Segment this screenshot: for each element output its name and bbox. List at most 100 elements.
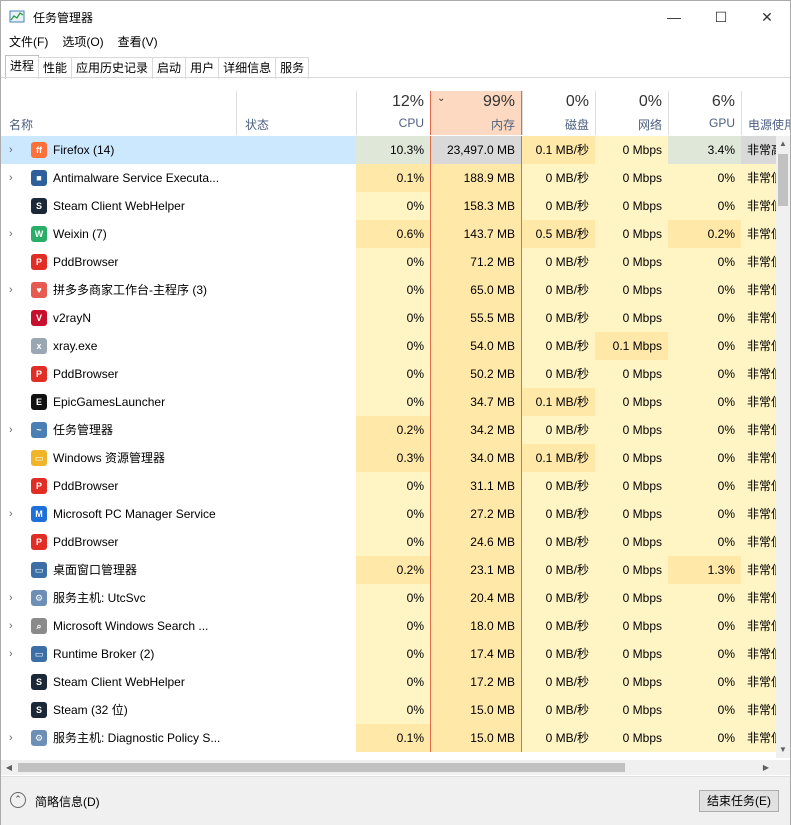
expand-chevron-icon[interactable]: › [9, 416, 13, 444]
process-name-cell[interactable]: P PddBrowser [1, 248, 356, 276]
process-name-cell[interactable]: › W Weixin (7) [1, 220, 356, 248]
collapse-icon[interactable]: ⌃ [10, 792, 26, 808]
scroll-left-arrow-icon[interactable]: ◀ [1, 760, 17, 775]
tab-performance[interactable]: 性能 [38, 57, 73, 79]
scroll-down-arrow-icon[interactable]: ▼ [776, 742, 790, 758]
process-name-cell[interactable]: › ▭ Runtime Broker (2) [1, 640, 356, 668]
header-status[interactable]: 状态 [236, 91, 356, 135]
expand-chevron-icon[interactable]: › [9, 136, 13, 164]
process-row[interactable]: › ▭ Runtime Broker (2) 0% 17.4 MB 0 MB/秒 0 Mbp… [1, 640, 776, 668]
process-row[interactable]: › W Weixin (7) 0.6% 143.7 MB 0.5 MB/秒 0 Mbps 0.… [1, 220, 776, 248]
header-memory[interactable]: ⌄ 99% 内存 [430, 91, 522, 135]
vertical-scrollbar[interactable]: ▲ ▼ [776, 136, 790, 758]
close-button[interactable]: ✕ [744, 1, 790, 33]
process-name-cell[interactable]: ▭ Windows 资源管理器 [1, 444, 356, 472]
process-name-cell[interactable]: ▭ 桌面窗口管理器 [1, 556, 356, 584]
menu-options[interactable]: 选项(O) [54, 32, 109, 52]
process-name-cell[interactable]: E EpicGamesLauncher [1, 388, 356, 416]
expand-chevron-icon[interactable]: › [9, 220, 13, 248]
expand-chevron-icon[interactable]: › [9, 584, 13, 612]
process-row[interactable]: › ~ 任务管理器 0.2%34.2 MB0 MB/秒0 Mbps0%非常低 [1, 416, 776, 444]
process-row[interactable]: E EpicGamesLauncher 0% 34.7 MB 0.1 MB/秒 0 Mbp… [1, 388, 776, 416]
epic-icon: E [31, 394, 47, 410]
process-row[interactable]: PPddBrowser0%71.2 MB0 MB/秒0 Mbps0%非常低 [1, 248, 776, 276]
tab-processes[interactable]: 进程 [5, 55, 40, 79]
expand-chevron-icon[interactable]: › [9, 724, 13, 752]
header-gpu[interactable]: 6% GPU [668, 91, 741, 135]
vertical-scroll-thumb[interactable] [778, 154, 788, 206]
expand-chevron-icon[interactable]: › [9, 612, 13, 640]
memory-cell: 188.9 MB [430, 164, 522, 192]
tab-users[interactable]: 用户 [185, 57, 220, 79]
tab-startup[interactable]: 启动 [152, 57, 187, 79]
process-name-cell[interactable]: S Steam Client WebHelper [1, 192, 356, 220]
network-cell: 0 Mbps [595, 612, 668, 640]
process-name-cell[interactable]: › ⌕ Microsoft Windows Search ... [1, 612, 356, 640]
process-row[interactable]: › ff Firefox (14) 10.3% 23,497.0 MB 0.1 MB/秒 0… [1, 136, 776, 164]
tab-app-history[interactable]: 应用历史记录 [71, 57, 154, 79]
expand-chevron-icon[interactable]: › [9, 500, 13, 528]
tab-services[interactable]: 服务 [275, 57, 310, 79]
scroll-right-arrow-icon[interactable]: ▶ [758, 760, 774, 775]
power-usage-cell: 非常低 [741, 192, 776, 220]
process-name-cell[interactable]: › ♥ 拼多多商家工作台-主程序 (3) [1, 276, 356, 304]
task-manager-icon [9, 10, 25, 23]
memory-cell: 15.0 MB [430, 696, 522, 724]
process-name-cell[interactable]: P PddBrowser [1, 360, 356, 388]
header-memory-percent: 99% [482, 93, 515, 110]
cpu-cell: 0% [356, 388, 430, 416]
process-name-cell[interactable]: Vv2rayN [1, 304, 356, 332]
process-name-cell[interactable]: › ⚙ 服务主机: Diagnostic Policy S... [1, 724, 356, 752]
process-row[interactable]: › ⌕ Microsoft Windows Search ... 0% 18.0 MB 0… [1, 612, 776, 640]
process-name-cell[interactable]: x xray.exe [1, 332, 356, 360]
disk-cell: 0 MB/秒 [522, 528, 595, 556]
process-row[interactable]: S Steam Client WebHelper 0% 17.2 MB 0 MB/秒 0 … [1, 668, 776, 696]
process-name: 桌面窗口管理器 [53, 563, 138, 577]
process-row[interactable]: PPddBrowser0%31.1 MB0 MB/秒0 Mbps0%非常低 [1, 472, 776, 500]
expand-chevron-icon[interactable]: › [9, 276, 13, 304]
process-name-cell[interactable]: › ff Firefox (14) [1, 136, 356, 164]
column-header: 名称 状态 12% CPU ⌄ 99% 内存 0% 磁盘 0% 网络 6% GP… [1, 91, 790, 135]
header-network[interactable]: 0% 网络 [595, 91, 668, 135]
process-row[interactable]: xxray.exe0%54.0 MB0 MB/秒0.1 Mbps0%非常低 [1, 332, 776, 360]
process-row[interactable]: ›⚙服务主机: UtcSvc0%20.4 MB0 MB/秒0 Mbps0%非常低 [1, 584, 776, 612]
gpu-cell: 0% [668, 332, 741, 360]
header-disk-label: 磁盘 [564, 118, 589, 132]
process-name-cell[interactable]: S Steam (32 位) [1, 696, 356, 724]
maximize-button[interactable]: ☐ [698, 1, 744, 33]
process-name-cell[interactable]: › ~ 任务管理器 [1, 416, 356, 444]
process-row[interactable]: PPddBrowser0%50.2 MB0 MB/秒0 Mbps0%非常低 [1, 360, 776, 388]
process-name-cell[interactable]: P PddBrowser [1, 472, 356, 500]
process-row[interactable]: › ■ Antimalware Service Executa... 0.1% 188.… [1, 164, 776, 192]
process-name-cell[interactable]: P PddBrowser [1, 528, 356, 556]
process-row[interactable]: › ⚙ 服务主机: Diagnostic Policy S... 0.1% 15.0 M… [1, 724, 776, 752]
process-name-cell[interactable]: › ■ Antimalware Service Executa... [1, 164, 356, 192]
end-task-button[interactable]: 结束任务(E) [699, 790, 779, 812]
expand-chevron-icon[interactable]: › [9, 640, 13, 668]
header-disk[interactable]: 0% 磁盘 [522, 91, 595, 135]
process-name-cell[interactable]: › M Microsoft PC Manager Service [1, 500, 356, 528]
process-row[interactable]: S Steam Client WebHelper 0% 158.3 MB 0 MB/秒 0… [1, 192, 776, 220]
process-row[interactable]: Vv2rayN0%55.5 MB0 MB/秒0 Mbps0%非常低 [1, 304, 776, 332]
process-row[interactable]: PPddBrowser0%24.6 MB0 MB/秒0 Mbps0%非常低 [1, 528, 776, 556]
fewer-details-link[interactable]: 简略信息(D) [35, 793, 100, 810]
horizontal-scrollbar[interactable]: ◀ ▶ [1, 760, 790, 775]
title-bar[interactable]: 任务管理器 — ☐ ✕ [1, 1, 790, 33]
process-row[interactable]: SSteam (32 位)0%15.0 MB0 MB/秒0 Mbps0%非常低 [1, 696, 776, 724]
process-row[interactable]: › M Microsoft PC Manager Service 0% 27.2 MB 0… [1, 500, 776, 528]
menu-file[interactable]: 文件(F) [1, 32, 54, 52]
expand-chevron-icon[interactable]: › [9, 164, 13, 192]
process-row[interactable]: ▭ 桌面窗口管理器 0.2%23.1 MB0 MB/秒0 Mbps1.3%非常低 [1, 556, 776, 584]
header-cpu[interactable]: 12% CPU [356, 91, 430, 135]
process-name-cell[interactable]: S Steam Client WebHelper [1, 668, 356, 696]
header-name[interactable]: 名称 [1, 91, 236, 135]
minimize-button[interactable]: — [651, 1, 697, 33]
process-row[interactable]: ▭ Windows 资源管理器 0.3% 34.0 MB 0.1 MB/秒 0 Mbps 0… [1, 444, 776, 472]
process-name-cell[interactable]: › ⚙ 服务主机: UtcSvc [1, 584, 356, 612]
horizontal-scroll-thumb[interactable] [18, 763, 625, 772]
menu-view[interactable]: 查看(V) [110, 32, 164, 52]
scroll-up-arrow-icon[interactable]: ▲ [776, 136, 790, 152]
header-power[interactable]: 电源使用 [741, 91, 790, 135]
tab-details[interactable]: 详细信息 [218, 57, 277, 79]
process-row[interactable]: › ♥ 拼多多商家工作台-主程序 (3) 0% 65.0 MB 0 MB/秒 0 Mbps 0… [1, 276, 776, 304]
